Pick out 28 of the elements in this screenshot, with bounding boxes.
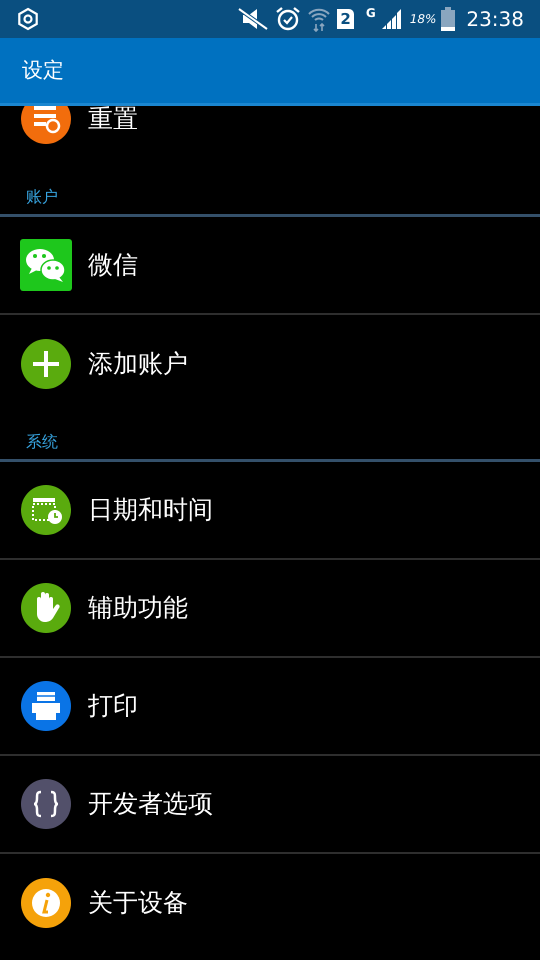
battery-percent: 18% <box>410 11 436 28</box>
screen-title: 设定 <box>22 56 64 84</box>
info-icon <box>20 877 72 929</box>
section-header: 系统 <box>26 431 58 453</box>
network-type: G <box>366 5 376 22</box>
item-label: 微信 <box>88 249 138 282</box>
braces-icon <box>20 778 72 830</box>
settings-icon <box>16 7 40 31</box>
item-label: 重置 <box>88 106 138 136</box>
mute-icon <box>237 7 270 31</box>
item-label: 日期和时间 <box>88 494 213 526</box>
chat-bubbles-icon <box>20 239 72 291</box>
item-label: 添加账户 <box>88 348 188 380</box>
plus-icon <box>20 338 72 390</box>
printer-icon <box>20 680 72 732</box>
battery-icon <box>440 6 456 32</box>
item-label: 辅助功能 <box>88 592 188 624</box>
signal-icon <box>380 7 404 31</box>
item-label: 打印 <box>88 690 138 722</box>
clock-time: 23:38 <box>466 6 524 33</box>
alarm-icon <box>275 6 302 32</box>
calendar-clock-icon <box>20 484 72 536</box>
hand-icon <box>20 582 72 634</box>
item-label: 关于设备 <box>88 887 188 920</box>
wifi-icon <box>307 6 332 32</box>
section-header: 账户 <box>26 186 58 208</box>
item-label: 开发者选项 <box>88 788 213 820</box>
sim-badge: 2 <box>337 9 354 29</box>
